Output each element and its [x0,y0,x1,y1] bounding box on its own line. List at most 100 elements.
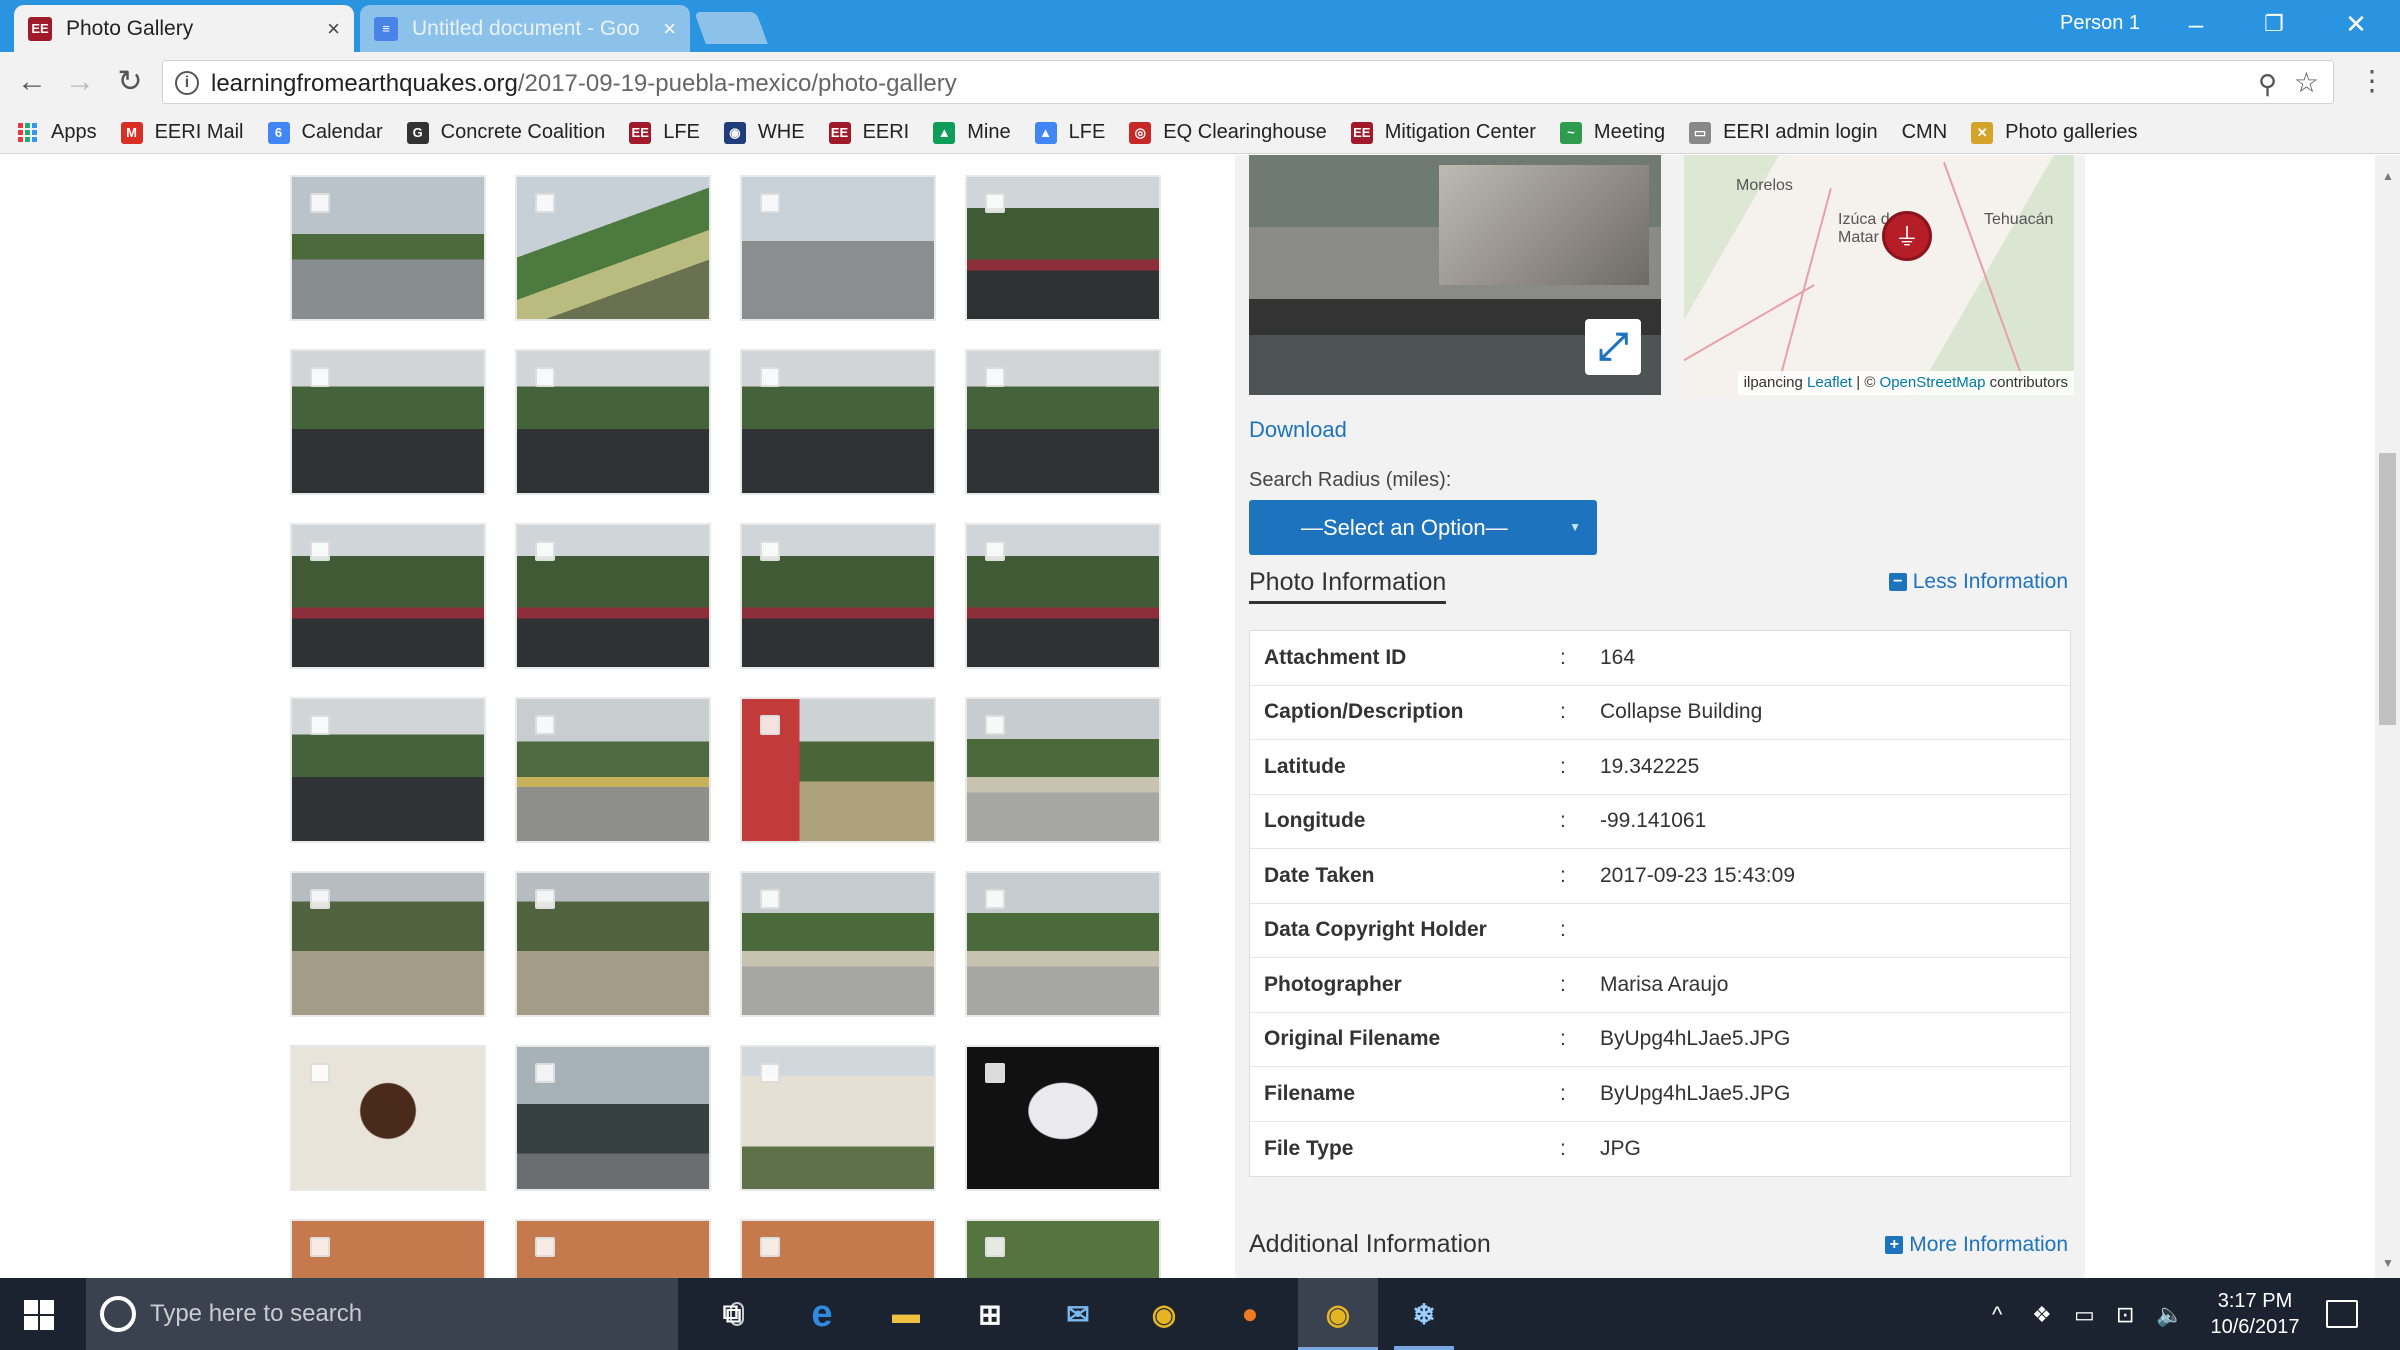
photo-thumbnail[interactable] [290,523,486,669]
photo-thumbnail[interactable] [515,1045,711,1191]
map-marker-icon[interactable]: ⏚ [1882,211,1932,261]
scroll-down-arrow-icon[interactable]: ▼ [2382,1256,2394,1270]
file-explorer-icon[interactable]: ▬ [886,1294,926,1334]
info-icon[interactable]: i [175,71,199,95]
thumbnail-checkbox[interactable] [535,541,555,561]
photo-thumbnail[interactable] [740,1045,936,1191]
thumbnail-checkbox[interactable] [760,715,780,735]
photo-thumbnail[interactable] [290,349,486,495]
thumbnail-checkbox[interactable] [310,193,330,213]
bookmark-eq-clearinghouse[interactable]: ◎ EQ Clearinghouse [1129,121,1327,144]
bookmark-star-icon[interactable]: ☆ [2294,66,2319,99]
photo-thumbnail[interactable] [290,175,486,321]
notifications-icon[interactable] [2326,1300,2358,1328]
photo-thumbnail[interactable] [740,523,936,669]
thumbnail-checkbox[interactable] [760,367,780,387]
battery-icon[interactable]: ▭ [2074,1302,2095,1328]
windows-start-icon[interactable] [24,1300,54,1330]
snip-tool-icon[interactable]: ❄ [1404,1294,1444,1334]
photo-thumbnail[interactable] [515,1219,711,1278]
photo-thumbnail[interactable] [515,871,711,1017]
leaflet-link[interactable]: Leaflet [1807,374,1852,391]
thumbnail-checkbox[interactable] [310,541,330,561]
chrome-menu-icon[interactable]: ⋮ [2358,64,2386,97]
thumbnail-checkbox[interactable] [760,541,780,561]
thumbnail-checkbox[interactable] [985,541,1005,561]
edge-icon[interactable]: e [802,1293,842,1335]
bookmark-meeting[interactable]: ~ Meeting [1559,121,1665,144]
bookmark-photo-galleries[interactable]: ✕ Photo galleries [1971,121,2137,144]
bookmark-eeri-admin-login[interactable]: ▭ EERI admin login [1689,121,1878,144]
expand-icon[interactable]: ⤢ [1585,319,1641,375]
thumbnail-checkbox[interactable] [310,1237,330,1257]
thumbnail-checkbox[interactable] [760,1237,780,1257]
bookmark-calendar[interactable]: 6 Calendar [267,121,383,144]
url-text[interactable]: learningfromearthquakes.org/2017-09-19-p… [211,70,957,98]
close-tab-icon[interactable]: × [663,16,676,42]
bookmark-apps[interactable]: Apps [18,121,97,144]
photo-thumbnail[interactable] [290,1045,486,1191]
chrome-icon[interactable]: ◉ [1144,1294,1184,1334]
minimize-icon[interactable]: – [2166,4,2226,44]
search-radius-select[interactable]: —Select an Option— ▼ [1249,500,1597,555]
photo-thumbnail[interactable] [740,871,936,1017]
zoom-icon[interactable]: ⚲ [2258,69,2277,100]
new-tab-button[interactable] [694,12,768,44]
thumbnail-checkbox[interactable] [760,1063,780,1083]
thumbnail-checkbox[interactable] [535,889,555,909]
thumbnail-checkbox[interactable] [310,1063,330,1083]
bookmark-concrete-coalition[interactable]: G Concrete Coalition [406,121,605,144]
task-view-icon[interactable]: ⧉ [712,1294,752,1334]
openstreetmap-link[interactable]: OpenStreetMap [1880,374,1986,391]
thumbnail-checkbox[interactable] [985,367,1005,387]
back-arrow-icon[interactable]: ← [14,64,50,100]
forward-arrow-icon[interactable]: → [62,64,98,100]
tab-untitled-document[interactable]: ≡ Untitled document - Goo × [360,5,690,52]
photo-thumbnail[interactable] [515,523,711,669]
photo-thumbnail[interactable] [965,871,1161,1017]
thumbnail-checkbox[interactable] [985,193,1005,213]
bookmark-lfe[interactable]: ▲ LFE [1034,121,1105,144]
network-icon[interactable]: ⊡ [2116,1302,2134,1328]
download-link[interactable]: Download [1249,417,1347,443]
photo-thumbnail[interactable] [290,1219,486,1278]
thumbnail-checkbox[interactable] [310,715,330,735]
firefox-icon[interactable]: ● [1230,1294,1270,1334]
thumbnail-checkbox[interactable] [535,367,555,387]
thumbnail-checkbox[interactable] [535,193,555,213]
thumbnail-checkbox[interactable] [985,1063,1005,1083]
reload-icon[interactable]: ↻ [112,64,148,100]
thumbnail-checkbox[interactable] [535,1063,555,1083]
photo-thumbnail[interactable] [965,1219,1161,1278]
close-tab-icon[interactable]: × [327,16,340,42]
mail-icon[interactable]: ✉ [1058,1294,1098,1334]
bookmark-eeri-mail[interactable]: M EERI Mail [120,121,244,144]
thumbnail-checkbox[interactable] [535,1237,555,1257]
page-scrollbar[interactable]: ▲ ▼ [2375,155,2400,1278]
dropbox-icon[interactable]: ❖ [2032,1302,2052,1328]
address-bar[interactable]: i learningfromearthquakes.org/2017-09-19… [162,60,2334,104]
more-information-toggle[interactable]: + More Information [1885,1233,2068,1257]
photo-thumbnail[interactable] [965,697,1161,843]
photo-thumbnail[interactable] [965,1045,1161,1191]
bookmark-mitigation-center[interactable]: EE Mitigation Center [1350,121,1536,144]
photo-thumbnail[interactable] [740,349,936,495]
thumbnail-checkbox[interactable] [310,889,330,909]
photo-thumbnail[interactable] [515,175,711,321]
thumbnail-checkbox[interactable] [985,1237,1005,1257]
volume-icon[interactable]: 🔈 [2156,1302,2183,1328]
photo-thumbnail[interactable] [740,175,936,321]
thumbnail-checkbox[interactable] [310,367,330,387]
location-map[interactable]: Morelos Izúca de Matar Tehuacán ⏚ ilpanc… [1684,155,2074,395]
photo-thumbnail[interactable] [515,697,711,843]
chrome-app-icon[interactable]: ◉ [1318,1294,1358,1334]
bookmark-eeri[interactable]: EE EERI [828,121,909,144]
thumbnail-checkbox[interactable] [985,715,1005,735]
restore-icon[interactable]: ❐ [2244,4,2304,44]
bookmark-mine[interactable]: ▲ Mine [933,121,1011,144]
photo-thumbnail[interactable] [740,697,936,843]
profile-name[interactable]: Person 1 [2060,12,2140,35]
bookmark-whe[interactable]: ◉ WHE [723,121,805,144]
photo-thumbnail[interactable] [965,349,1161,495]
taskbar-search[interactable]: Type here to search [86,1278,744,1350]
